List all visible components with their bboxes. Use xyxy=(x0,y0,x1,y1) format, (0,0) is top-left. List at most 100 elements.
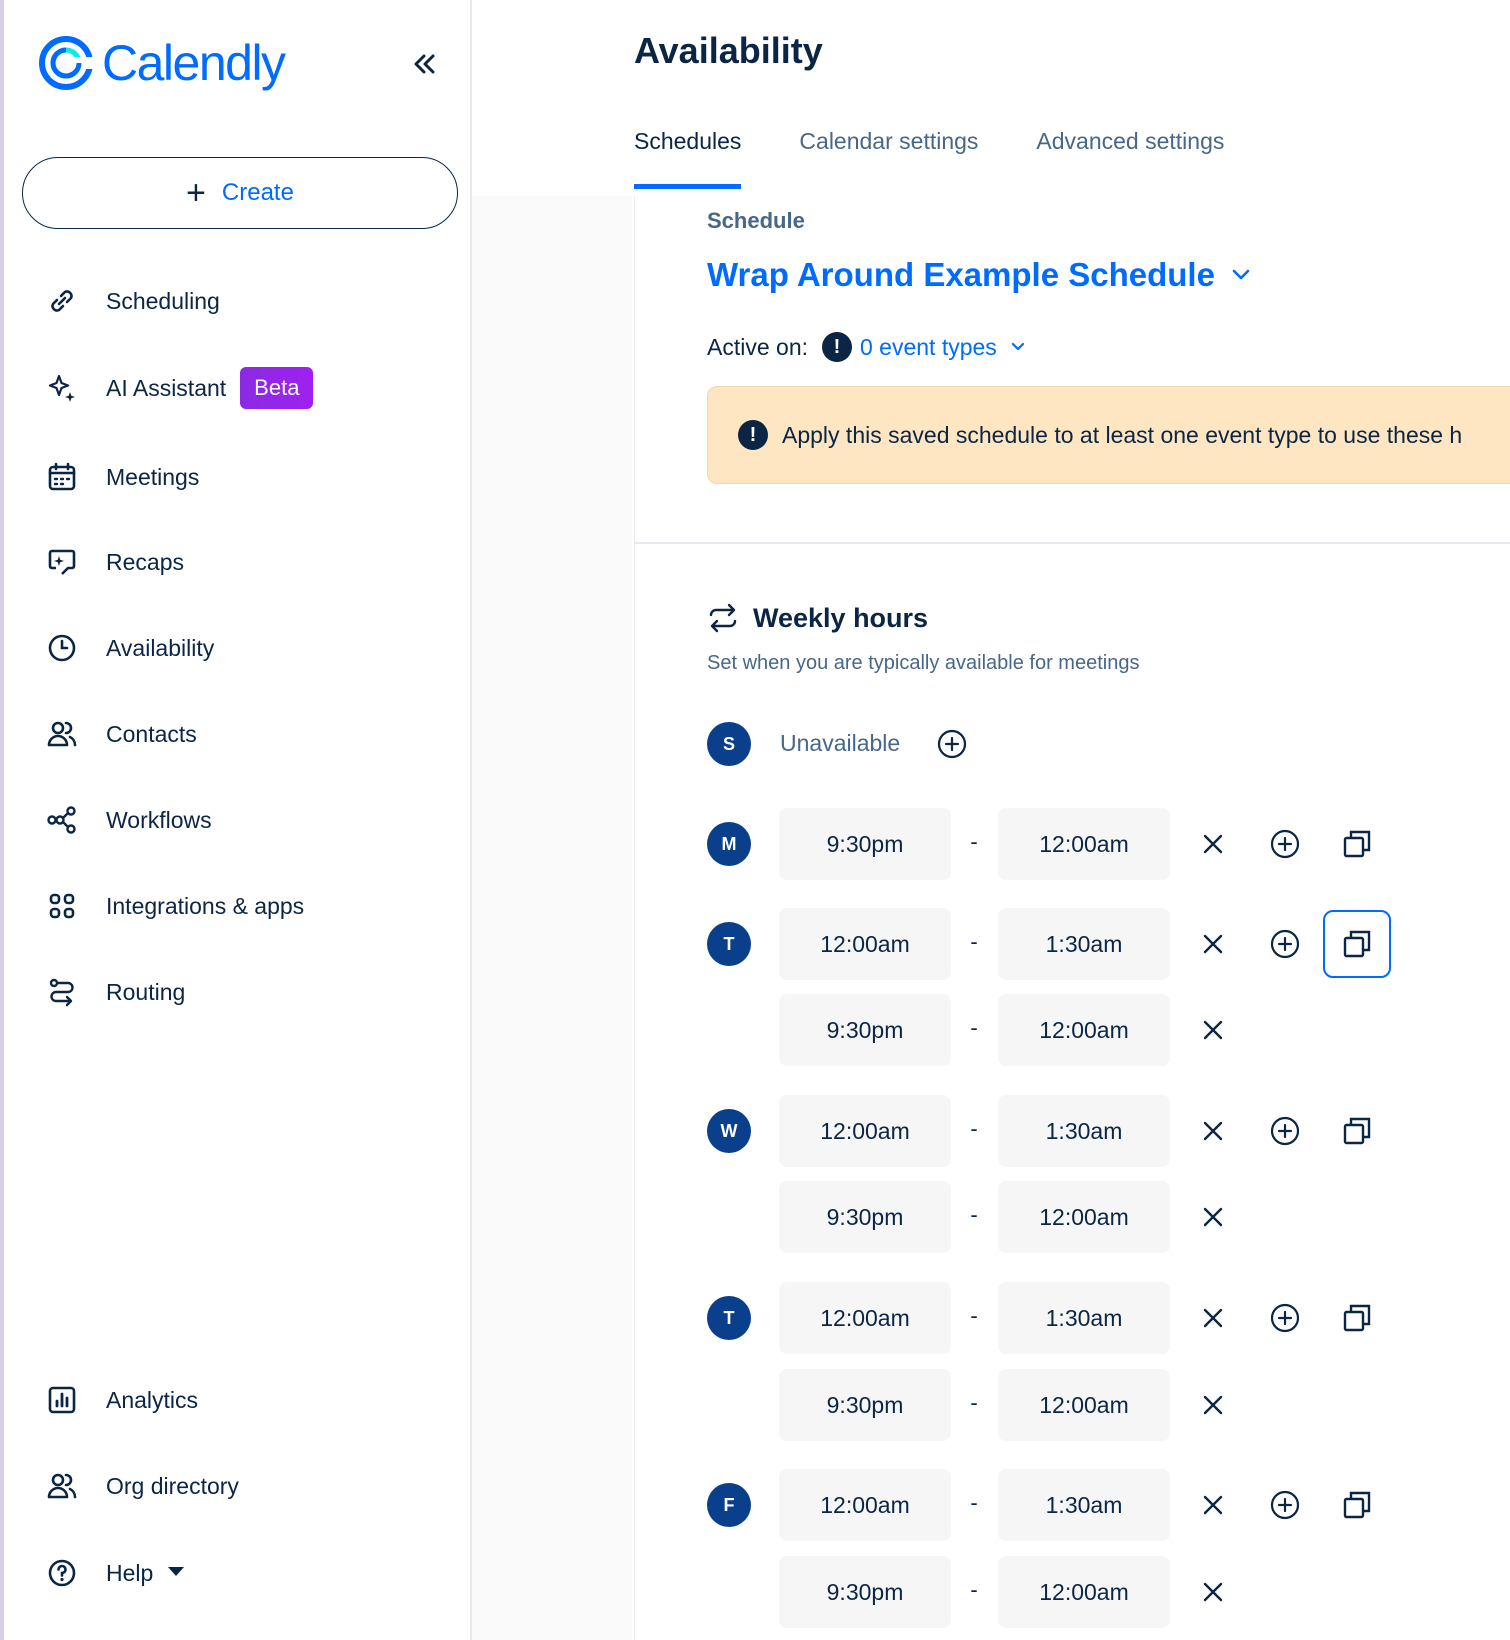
day-badge-monday: M xyxy=(707,822,751,866)
time-separator: - xyxy=(970,1390,978,1415)
remove-slot-button[interactable] xyxy=(1193,1010,1233,1050)
sidebar-item-label: AI Assistant xyxy=(106,374,227,401)
calendly-logo-icon xyxy=(39,36,94,90)
create-label: Create xyxy=(221,179,294,206)
remove-slot-button[interactable] xyxy=(1193,1197,1233,1237)
alert-text: Apply this saved schedule to at least on… xyxy=(782,421,1463,448)
event-types-dropdown[interactable]: 0 event types xyxy=(860,334,1027,361)
sidebar-item-ai-assistant[interactable]: AI Assistant Beta xyxy=(44,363,314,413)
time-separator: - xyxy=(970,829,978,854)
start-time-select[interactable]: 9:30pm xyxy=(779,1369,951,1441)
sidebar-item-availability[interactable]: Availability xyxy=(44,623,214,673)
copy-times-button[interactable] xyxy=(1337,1111,1377,1151)
start-time-select[interactable]: 12:00am xyxy=(779,1095,951,1167)
sidebar-item-label: Recaps xyxy=(106,548,184,575)
add-slot-button[interactable] xyxy=(1265,824,1305,864)
add-slot-button[interactable] xyxy=(932,724,972,764)
remove-slot-button[interactable] xyxy=(1193,1485,1233,1525)
plus-circle-icon xyxy=(1270,1116,1300,1146)
sidebar-item-recaps[interactable]: Recaps xyxy=(44,537,184,587)
plus-circle-icon xyxy=(937,729,967,759)
remove-slot-button[interactable] xyxy=(1193,1385,1233,1425)
start-time-select[interactable]: 9:30pm xyxy=(779,994,951,1066)
remove-slot-button[interactable] xyxy=(1193,1111,1233,1151)
copy-icon xyxy=(1343,1117,1371,1145)
start-time-select[interactable]: 12:00am xyxy=(779,1469,951,1541)
add-slot-button[interactable] xyxy=(1265,1485,1305,1525)
exclamation-icon: ! xyxy=(822,332,852,362)
org-icon xyxy=(44,1468,80,1504)
copy-times-button[interactable] xyxy=(1323,910,1391,978)
remove-slot-button[interactable] xyxy=(1193,924,1233,964)
start-time-select[interactable]: 12:00am xyxy=(779,1282,951,1354)
sidebar-item-help[interactable]: Help xyxy=(44,1548,185,1598)
sparkle-icon xyxy=(44,370,80,406)
schedule-selector[interactable]: Wrap Around Example Schedule xyxy=(707,256,1253,294)
copy-times-button[interactable] xyxy=(1337,1298,1377,1338)
event-types-value: 0 event types xyxy=(860,333,997,360)
add-slot-button[interactable] xyxy=(1265,924,1305,964)
main-background xyxy=(472,196,632,1640)
close-icon xyxy=(1203,1020,1223,1040)
day-badge-sunday: S xyxy=(707,722,751,766)
add-slot-button[interactable] xyxy=(1265,1111,1305,1151)
time-separator: - xyxy=(970,1116,978,1141)
end-time-select[interactable]: 1:30am xyxy=(998,1282,1170,1354)
active-on-label: Active on: xyxy=(707,333,808,360)
sidebar-item-analytics[interactable]: Analytics xyxy=(44,1375,198,1425)
sidebar-item-org-directory[interactable]: Org directory xyxy=(44,1461,239,1511)
end-time-select[interactable]: 12:00am xyxy=(998,994,1170,1066)
tab-calendar-settings[interactable]: Calendar settings xyxy=(799,128,978,189)
app-root: Calendly + Create Scheduling AI Assistan… xyxy=(0,0,1510,1640)
time-separator: - xyxy=(970,929,978,954)
sidebar-item-routing[interactable]: Routing xyxy=(44,967,185,1017)
end-time-select[interactable]: 1:30am xyxy=(998,908,1170,980)
end-time-select[interactable]: 1:30am xyxy=(998,1469,1170,1541)
sidebar-item-scheduling[interactable]: Scheduling xyxy=(44,276,220,326)
calendly-logo[interactable]: Calendly xyxy=(38,34,286,92)
close-icon xyxy=(1203,1121,1223,1141)
remove-slot-button[interactable] xyxy=(1193,1572,1233,1612)
sidebar-item-contacts[interactable]: Contacts xyxy=(44,709,197,759)
end-time-select[interactable]: 12:00am xyxy=(998,1556,1170,1628)
create-button[interactable]: + Create xyxy=(22,157,458,229)
sidebar-item-label: Analytics xyxy=(106,1386,199,1413)
end-time-select[interactable]: 12:00am xyxy=(998,1181,1170,1253)
caret-down-icon xyxy=(167,1564,185,1582)
help-icon xyxy=(44,1555,80,1591)
plus-circle-icon xyxy=(1270,1490,1300,1520)
clock-icon xyxy=(44,630,80,666)
copy-times-button[interactable] xyxy=(1337,824,1377,864)
start-time-select[interactable]: 9:30pm xyxy=(779,1556,951,1628)
day-badge-thursday: T xyxy=(707,1296,751,1340)
copy-icon xyxy=(1343,1304,1371,1332)
remove-slot-button[interactable] xyxy=(1193,824,1233,864)
sidebar-item-integrations[interactable]: Integrations & apps xyxy=(44,881,304,931)
add-slot-button[interactable] xyxy=(1265,1298,1305,1338)
warning-alert: ! Apply this saved schedule to at least … xyxy=(707,386,1510,484)
close-icon xyxy=(1203,1308,1223,1328)
remove-slot-button[interactable] xyxy=(1193,1298,1233,1338)
double-chevron-left-icon xyxy=(414,54,435,74)
end-time-select[interactable]: 12:00am xyxy=(998,1369,1170,1441)
start-time-select[interactable]: 12:00am xyxy=(779,908,951,980)
sidebar-item-workflows[interactable]: Workflows xyxy=(44,795,212,845)
end-time-select[interactable]: 1:30am xyxy=(998,1095,1170,1167)
weekly-hours-label: Weekly hours xyxy=(753,602,929,633)
start-time-select[interactable]: 9:30pm xyxy=(779,808,951,880)
copy-icon xyxy=(1343,930,1371,958)
collapse-sidebar-button[interactable] xyxy=(404,44,444,84)
start-time-select[interactable]: 9:30pm xyxy=(779,1181,951,1253)
chevron-down-icon xyxy=(1009,334,1027,361)
end-time-select[interactable]: 12:00am xyxy=(998,808,1170,880)
tab-advanced-settings[interactable]: Advanced settings xyxy=(1036,128,1224,189)
tab-schedules[interactable]: Schedules xyxy=(634,128,742,189)
copy-icon xyxy=(1343,830,1371,858)
copy-times-button[interactable] xyxy=(1337,1485,1377,1525)
sidebar-item-label: Help xyxy=(106,1559,154,1586)
sidebar-item-label: Availability xyxy=(106,634,215,661)
time-separator: - xyxy=(970,1490,978,1515)
sidebar-item-meetings[interactable]: Meetings xyxy=(44,452,199,502)
close-icon xyxy=(1203,1395,1223,1415)
time-separator: - xyxy=(970,1015,978,1040)
